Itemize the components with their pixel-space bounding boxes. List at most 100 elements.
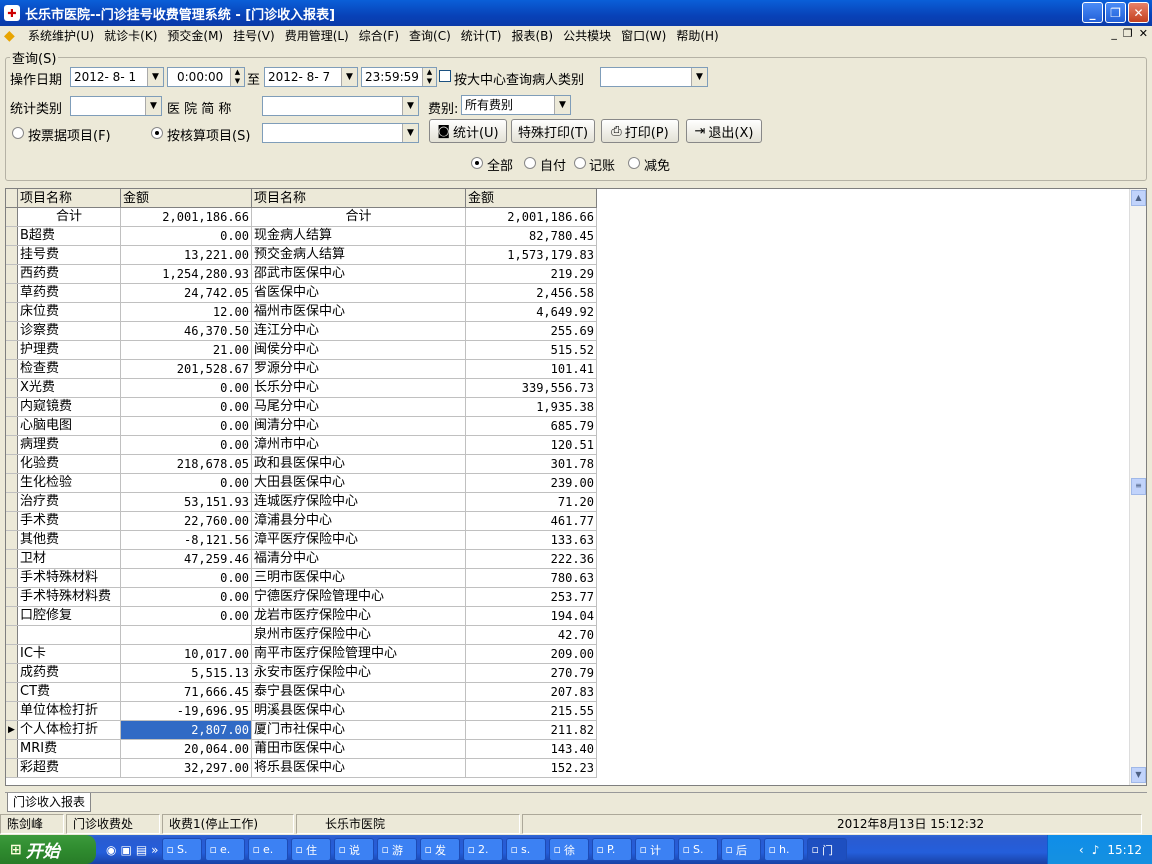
close-button[interactable]: ✕ — [1128, 2, 1149, 23]
menu-query[interactable]: 查询(C) — [404, 27, 456, 44]
tray-arrow-icon[interactable]: ‹ — [1079, 843, 1084, 857]
table-row[interactable]: 化验费 218,678.05 政和县医保中心 301.78 — [6, 455, 597, 474]
item-name-cell[interactable]: X光费 — [18, 379, 121, 397]
table-row[interactable]: 泉州市医疗保险中心 42.70 — [6, 626, 597, 645]
row-indicator[interactable] — [6, 626, 18, 644]
amount-cell[interactable]: 42.70 — [466, 626, 597, 644]
table-row[interactable]: 其他费 -8,121.56 漳平医疗保险中心 133.63 — [6, 531, 597, 550]
row-indicator[interactable] — [6, 265, 18, 283]
row-indicator[interactable] — [6, 436, 18, 454]
item-name-cell[interactable]: 现金病人结算 — [252, 227, 466, 245]
center-query-checkbox[interactable] — [439, 70, 451, 82]
taskbar-button[interactable]: ▫ 说 — [333, 838, 374, 861]
item-name-cell[interactable]: 内窥镜费 — [18, 398, 121, 416]
item-name-cell[interactable]: 厦门市社保中心 — [252, 721, 466, 739]
taskbar-button[interactable]: ▫ P. — [591, 838, 632, 861]
menu-window[interactable]: 窗口(W) — [616, 27, 671, 44]
table-row[interactable]: 病理费 0.00 漳州市中心 120.51 — [6, 436, 597, 455]
item-name-cell[interactable]: 成药费 — [18, 664, 121, 682]
item-name-cell[interactable]: 大田县医保中心 — [252, 474, 466, 492]
table-row[interactable]: 成药费 5,515.13 永安市医疗保险中心 270.79 — [6, 664, 597, 683]
item-name-cell[interactable]: 邵武市医保中心 — [252, 265, 466, 283]
amount-cell[interactable]: 218,678.05 — [121, 455, 252, 473]
amount-cell[interactable]: 4,649.92 — [466, 303, 597, 321]
row-indicator[interactable] — [6, 360, 18, 378]
row-indicator[interactable] — [6, 607, 18, 625]
row-indicator[interactable] — [6, 664, 18, 682]
table-row[interactable]: 挂号费 13,221.00 预交金病人结算 1,573,179.83 — [6, 246, 597, 265]
taskbar-button[interactable]: ▫ S. — [161, 838, 202, 861]
row-indicator[interactable] — [6, 303, 18, 321]
item-name-cell[interactable]: 莆田市医保中心 — [252, 740, 466, 758]
item-name-cell[interactable]: 将乐县医保中心 — [252, 759, 466, 777]
item-name-cell[interactable]: 闽清分中心 — [252, 417, 466, 435]
volume-icon[interactable]: ♪ — [1092, 843, 1100, 857]
table-row[interactable]: ▶ 个人体检打折 2,807.00 厦门市社保中心 211.82 — [6, 721, 597, 740]
menu-help[interactable]: 帮助(H) — [671, 27, 723, 44]
item-name-cell[interactable]: 明溪县医保中心 — [252, 702, 466, 720]
chevron-down-icon[interactable]: ▼ — [402, 124, 418, 142]
chevron-down-icon[interactable]: ▼ — [402, 97, 418, 115]
time-from-spinner[interactable]: 0:00:00 ▲ ▼ — [167, 67, 245, 87]
item-name-cell[interactable]: MRI费 — [18, 740, 121, 758]
amount-cell[interactable]: 13,221.00 — [121, 246, 252, 264]
table-row[interactable]: 治疗费 53,151.93 连城医疗保险中心 71.20 — [6, 493, 597, 512]
chevron-right-icon[interactable]: » — [151, 843, 158, 857]
exit-button[interactable]: ⇥ 退出(X) — [686, 119, 762, 143]
header-amount-2[interactable]: 金额 — [466, 189, 597, 208]
amount-cell[interactable]: 120.51 — [466, 436, 597, 454]
pay-reduce-radio[interactable] — [628, 157, 640, 169]
item-name-cell[interactable]: 宁德医疗保险管理中心 — [252, 588, 466, 606]
amount-cell[interactable]: 215.55 — [466, 702, 597, 720]
amount-cell[interactable]: 301.78 — [466, 455, 597, 473]
item-name-cell[interactable]: 罗源分中心 — [252, 360, 466, 378]
item-name-cell[interactable]: B超费 — [18, 227, 121, 245]
table-row[interactable]: 口腔修复 0.00 龙岩市医疗保险中心 194.04 — [6, 607, 597, 626]
amount-cell[interactable]: 2,001,186.66 — [466, 208, 597, 226]
item-name-cell[interactable]: 福州市医保中心 — [252, 303, 466, 321]
app-quick-icon[interactable]: ▣ — [120, 843, 131, 857]
row-indicator[interactable] — [6, 208, 18, 226]
row-indicator[interactable] — [6, 759, 18, 777]
scroll-up-icon[interactable]: ▲ — [1131, 190, 1146, 206]
amount-cell[interactable]: 2,456.58 — [466, 284, 597, 302]
row-indicator[interactable] — [6, 474, 18, 492]
restore-button[interactable]: ❐ — [1105, 2, 1126, 23]
item-name-cell[interactable] — [18, 626, 121, 644]
item-name-cell[interactable]: 漳州市中心 — [252, 436, 466, 454]
item-name-cell[interactable]: 彩超费 — [18, 759, 121, 777]
item-name-cell[interactable]: 闽侯分中心 — [252, 341, 466, 359]
amount-cell[interactable]: 2,807.00 — [121, 721, 252, 739]
chevron-down-icon[interactable]: ▼ — [554, 96, 570, 114]
amount-cell[interactable]: 780.63 — [466, 569, 597, 587]
table-row[interactable]: 草药费 24,742.05 省医保中心 2,456.58 — [6, 284, 597, 303]
row-indicator[interactable] — [6, 398, 18, 416]
item-name-cell[interactable]: IC卡 — [18, 645, 121, 663]
amount-cell[interactable]: 12.00 — [121, 303, 252, 321]
amount-cell[interactable]: 5,515.13 — [121, 664, 252, 682]
chevron-down-icon[interactable]: ▼ — [147, 68, 163, 86]
item-name-cell[interactable]: 合计 — [18, 208, 121, 226]
menu-public[interactable]: 公共模块 — [558, 27, 616, 44]
item-name-cell[interactable]: 长乐分中心 — [252, 379, 466, 397]
row-indicator[interactable] — [6, 284, 18, 302]
amount-cell[interactable]: 1,573,179.83 — [466, 246, 597, 264]
item-name-cell[interactable]: 西药费 — [18, 265, 121, 283]
amount-cell[interactable]: 515.52 — [466, 341, 597, 359]
menu-card[interactable]: 就诊卡(K) — [99, 27, 162, 44]
amount-cell[interactable]: 10,017.00 — [121, 645, 252, 663]
amount-cell[interactable]: 0.00 — [121, 436, 252, 454]
table-row[interactable]: 床位费 12.00 福州市医保中心 4,649.92 — [6, 303, 597, 322]
taskbar-button[interactable]: ▫ 徐 — [548, 838, 589, 861]
date-from-picker[interactable]: 2012- 8- 1 ▼ — [70, 67, 164, 87]
item-name-cell[interactable]: CT费 — [18, 683, 121, 701]
ie-icon[interactable]: ◉ — [106, 843, 116, 857]
amount-cell[interactable] — [121, 626, 252, 644]
row-indicator[interactable] — [6, 493, 18, 511]
table-row[interactable]: 检查费 201,528.67 罗源分中心 101.41 — [6, 360, 597, 379]
table-row[interactable]: 诊察费 46,370.50 连江分中心 255.69 — [6, 322, 597, 341]
amount-cell[interactable]: 20,064.00 — [121, 740, 252, 758]
table-row[interactable]: CT费 71,666.45 泰宁县医保中心 207.83 — [6, 683, 597, 702]
vertical-scrollbar[interactable]: ▲ ≡ ▼ — [1129, 189, 1146, 785]
amount-cell[interactable]: 270.79 — [466, 664, 597, 682]
